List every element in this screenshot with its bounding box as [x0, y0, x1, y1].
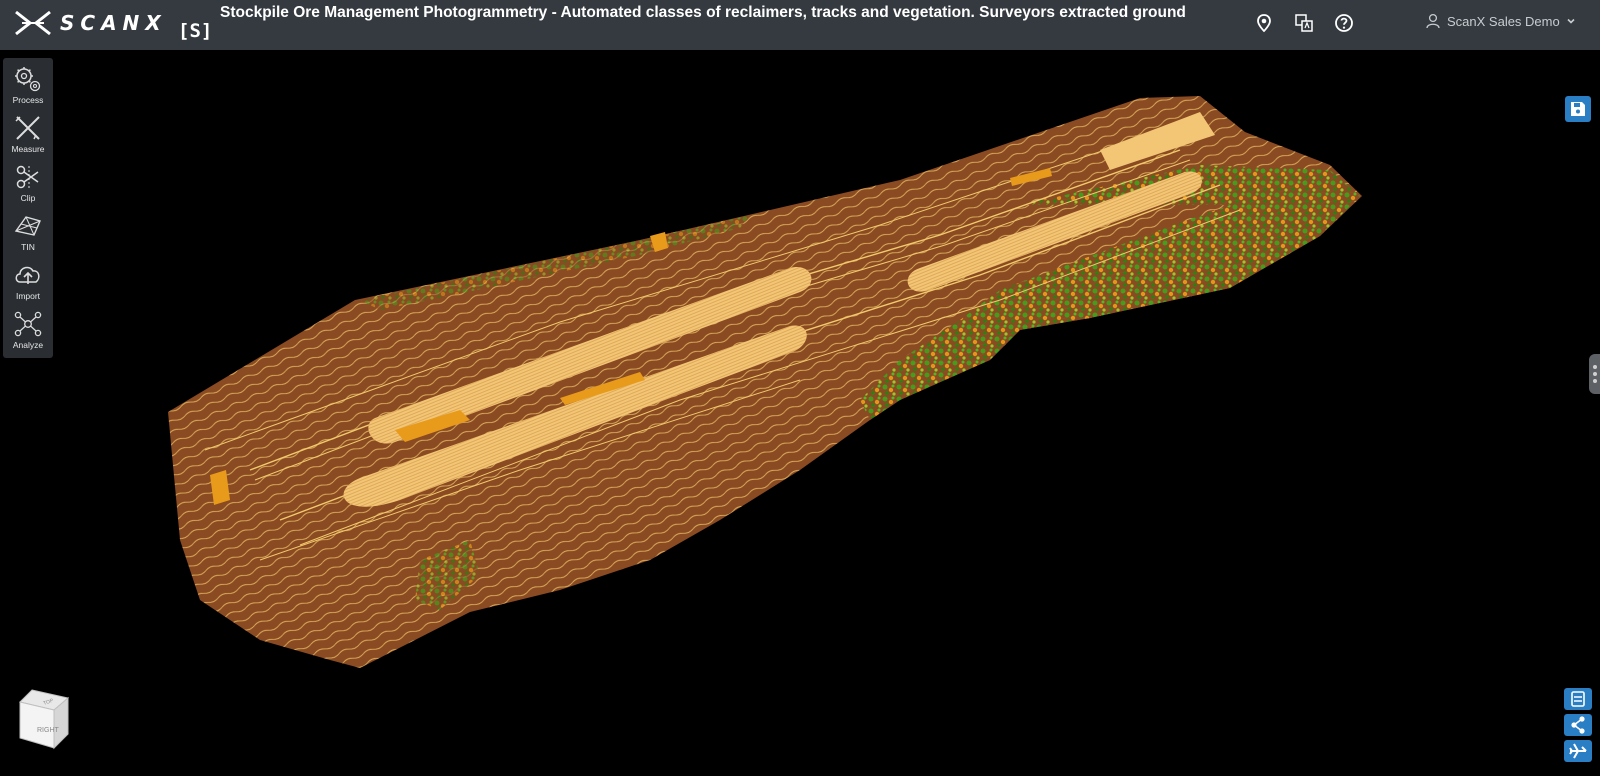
top-bar: SCANX [S] Stockpile Ore Management Photo…: [0, 0, 1600, 50]
save-button[interactable]: [1565, 96, 1591, 122]
logo-text: SCANX: [60, 11, 167, 35]
layers-icon: [1571, 691, 1585, 707]
page-title: Stockpile Ore Management Photogrammetry …: [220, 4, 1186, 21]
chevron-down-icon: [1567, 18, 1575, 24]
save-icon: [1571, 102, 1585, 116]
user-menu[interactable]: ScanX Sales Demo: [1425, 13, 1576, 29]
fly-mode-icon: [1569, 743, 1587, 759]
app-logo[interactable]: SCANX: [14, 9, 167, 37]
help-icon[interactable]: [1334, 13, 1354, 33]
view-cube[interactable]: RIGHT TOP: [18, 688, 76, 752]
pointcloud-viewport[interactable]: [0, 50, 1600, 776]
view-cube-icon: RIGHT TOP: [19, 689, 70, 750]
share-icon: [1571, 716, 1585, 734]
user-name: ScanX Sales Demo: [1447, 13, 1560, 29]
ellipsis-vertical-icon: [1593, 365, 1597, 383]
scanx-logo-icon: [15, 10, 51, 36]
side-panel-handle[interactable]: [1589, 354, 1600, 394]
project-tag: [S]: [178, 20, 213, 42]
location-pin-icon[interactable]: [1254, 13, 1274, 33]
translate-icon[interactable]: [1294, 13, 1314, 33]
fly-mode-button[interactable]: [1564, 740, 1592, 762]
share-button[interactable]: [1564, 714, 1592, 736]
user-icon: [1426, 13, 1440, 29]
cube-right-label: RIGHT: [37, 727, 60, 734]
layers-button[interactable]: [1564, 688, 1592, 710]
